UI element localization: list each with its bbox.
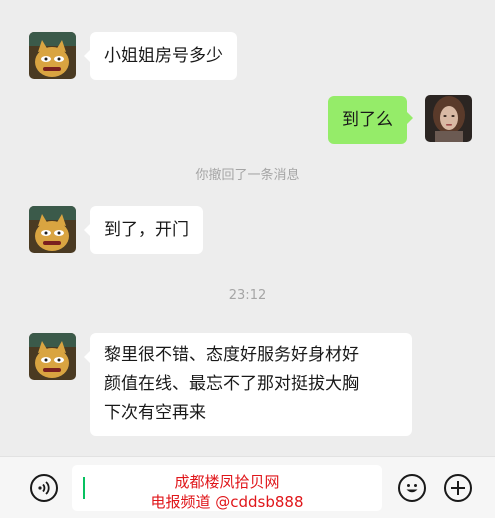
cat-avatar-icon[interactable] [29,32,76,79]
message-line: 颜值在线、最忘不了那对挺拔大胸 [104,374,359,394]
input-bar: 成都楼凤拾贝网 电报频道 @cddsb888 [0,456,495,518]
message-bubble-outgoing[interactable]: 到了么 [328,96,413,144]
message-input[interactable]: 成都楼凤拾贝网 电报频道 @cddsb888 [72,465,382,511]
cat-avatar-icon[interactable] [29,206,76,253]
message-bubble[interactable]: 到了，开门 [84,206,203,254]
message-bubble[interactable]: 小姐姐房号多少 [84,32,237,80]
timestamp: 23:12 [228,288,267,303]
voice-icon[interactable] [30,474,58,502]
woman-avatar-icon[interactable] [425,95,472,142]
recall-notice: 你撤回了一条消息 [195,168,300,183]
watermark-line: 电报频道 @cddsb888 [150,493,304,511]
message-line: 下次有空再来 [104,403,206,423]
chat-message-list[interactable]: 小姐姐房号多少 到了么 你撤回了一条消息 到了，开门 23:12 黎里很不错、态… [0,0,495,456]
cat-avatar-icon[interactable] [29,333,76,380]
plus-icon[interactable] [444,474,472,502]
emoji-icon[interactable] [398,474,426,502]
watermark-line: 成都楼凤拾贝网 [174,473,280,491]
message-bubble-multiline[interactable]: 黎里很不错、态度好服务好身材好 颜值在线、最忘不了那对挺拔大胸 下次有空再来 [84,333,412,436]
message-line: 黎里很不错、态度好服务好身材好 [104,345,359,365]
